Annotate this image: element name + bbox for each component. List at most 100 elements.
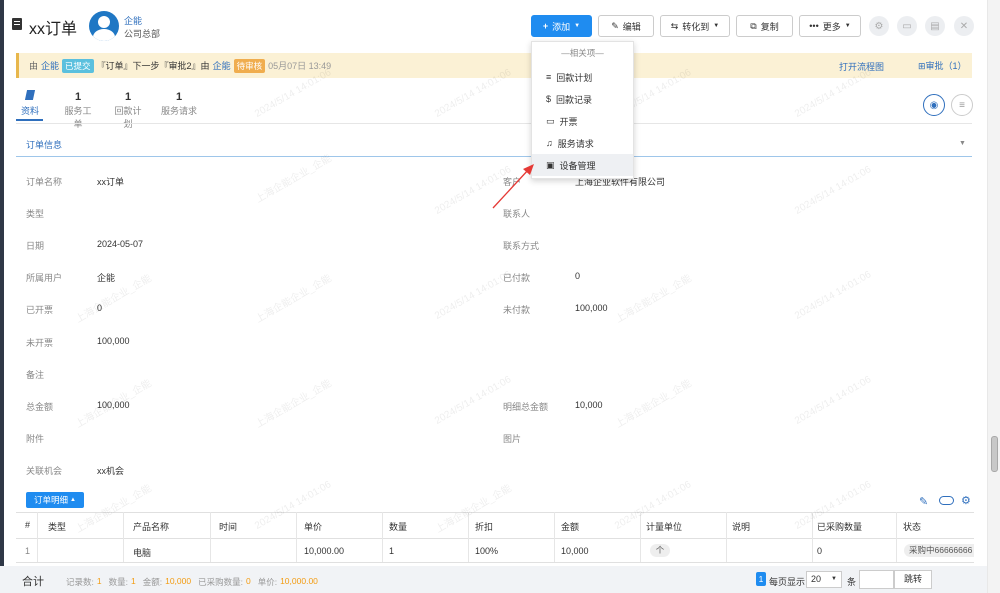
watermark: 2024/5/14 14:01:06 bbox=[433, 374, 514, 427]
eye-toggle-icon[interactable]: ◉ bbox=[923, 94, 945, 116]
page-jump-input[interactable] bbox=[859, 570, 894, 589]
edit-icon: ✎ bbox=[611, 20, 619, 31]
column-header: 时间 bbox=[219, 522, 238, 532]
copy-button[interactable]: ⧉ 复制 bbox=[736, 15, 793, 37]
status-badge-submitted: 已提交 bbox=[62, 58, 94, 73]
column-header: # bbox=[25, 520, 31, 530]
scrollbar-thumb[interactable] bbox=[991, 436, 998, 472]
field-value-unpaid: 100,000 bbox=[575, 303, 608, 313]
toggle-icon[interactable] bbox=[939, 496, 954, 505]
per-page-select[interactable]: 20 ▼ bbox=[806, 571, 842, 588]
filter-icon[interactable]: ≡ bbox=[951, 94, 973, 116]
caret-down-icon: ▼ bbox=[844, 23, 851, 29]
watermark: 上海企能企业_企能 bbox=[433, 483, 514, 536]
page-jump-button[interactable]: 跳转 bbox=[894, 570, 932, 589]
column-header: 单价 bbox=[304, 522, 323, 532]
chevron-down-icon: ▼ bbox=[831, 576, 837, 582]
field-label: 附件 bbox=[26, 434, 45, 444]
document-icon bbox=[12, 18, 22, 30]
tab-active-indicator bbox=[16, 119, 43, 121]
table-cell-product-link[interactable]: 电脑 bbox=[133, 546, 151, 559]
watermark: 上海企能企业_企能 bbox=[253, 273, 334, 326]
caret-up-icon: ▲ bbox=[70, 497, 76, 503]
tab-divider bbox=[16, 123, 972, 124]
column-header: 计量单位 bbox=[646, 522, 683, 532]
flow-user-link[interactable]: 企能 bbox=[41, 59, 59, 72]
column-header: 已采购数量 bbox=[817, 522, 863, 532]
headset-icon: ♫ bbox=[546, 138, 553, 148]
menu-item-invoice[interactable]: ▭ 开票 bbox=[532, 110, 633, 132]
list-icon: ≡ bbox=[546, 72, 552, 82]
plus-icon: + bbox=[542, 21, 549, 31]
menu-item-device-management[interactable]: ▣ 设备管理 bbox=[532, 154, 633, 176]
footer-summary: 记录数: 1 数量: 1 金额: 10,000 已采购数量: 0 单价: 10,000.0… bbox=[66, 576, 318, 587]
column-header: 产品名称 bbox=[133, 522, 170, 532]
per-page-unit: 条 bbox=[847, 577, 857, 587]
field-label: 联系方式 bbox=[503, 241, 540, 251]
watermark: 上海企能企业_企能 bbox=[253, 153, 334, 206]
tab-service-orders[interactable]: 1 服务工单 bbox=[61, 91, 95, 130]
column-header: 数量 bbox=[389, 522, 408, 532]
caret-down-icon: ▼ bbox=[574, 23, 581, 29]
table-cell-price: 10,000.00 bbox=[304, 546, 345, 556]
column-header: 金额 bbox=[561, 522, 580, 532]
table-cell-discount: 100% bbox=[475, 546, 499, 556]
watermark: 上海企能企业_企能 bbox=[613, 273, 694, 326]
table-cell-quantity[interactable]: 1 bbox=[389, 546, 394, 556]
flow-next-user-link[interactable]: 企能 bbox=[213, 59, 231, 72]
dollar-icon: $ bbox=[546, 94, 552, 104]
menu-item-payment-record[interactable]: $ 回款记录 bbox=[532, 88, 633, 110]
field-value-detail-total: 10,000 bbox=[575, 400, 603, 410]
field-value-opportunity-link[interactable]: xx机会 bbox=[97, 464, 124, 477]
order-detail-page: { "header": { "title": "xx订单", "user_nam… bbox=[0, 0, 1000, 593]
watermark: 2024/5/14 14:01:06 bbox=[793, 164, 874, 217]
pagination-current[interactable]: 1 bbox=[756, 572, 766, 586]
table-cell-purchased: 0 bbox=[817, 546, 823, 556]
convert-button[interactable]: ⇆ 转化到 ▼ bbox=[660, 15, 730, 37]
status-badge-pending: 待审核 bbox=[233, 58, 266, 73]
page-scrollbar[interactable] bbox=[987, 0, 1000, 593]
menu-section-header: —相关项— bbox=[561, 48, 604, 58]
field-value-owner-link[interactable]: 企能 bbox=[97, 271, 115, 284]
owner-name[interactable]: 企能 bbox=[124, 14, 142, 27]
convert-icon: ⇆ bbox=[670, 20, 679, 31]
field-label: 图片 bbox=[503, 434, 522, 444]
column-header: 折扣 bbox=[475, 522, 494, 532]
gear-icon[interactable]: ⚙ bbox=[961, 494, 971, 507]
field-label: 明细总金额 bbox=[503, 402, 549, 412]
sitemap-icon: ⊞ bbox=[918, 61, 926, 71]
collapse-caret-icon[interactable]: ▼ bbox=[959, 140, 966, 147]
note-icon[interactable]: ▤ bbox=[925, 16, 945, 36]
add-button[interactable]: + 添加 ▼ bbox=[531, 15, 592, 37]
tab-service-requests[interactable]: 1 服务请求 bbox=[161, 91, 197, 117]
tab-info[interactable]: 资料 bbox=[16, 88, 44, 118]
column-header: 说明 bbox=[732, 522, 751, 532]
pencil-icon[interactable]: ✎ bbox=[919, 495, 928, 508]
tab-payment-plan[interactable]: 1 回款计划 bbox=[111, 91, 145, 130]
field-value-date: 2024-05-07 bbox=[97, 239, 144, 249]
close-icon[interactable]: ✕ bbox=[954, 16, 974, 36]
field-value-uninvoiced: 100,000 bbox=[97, 336, 130, 346]
settings-icon[interactable]: ⚙ bbox=[869, 16, 889, 36]
field-label: 所属用户 bbox=[26, 273, 63, 283]
menu-item-service-request[interactable]: ♫ 服务请求 bbox=[532, 132, 633, 154]
edit-button[interactable]: ✎ 编辑 bbox=[598, 15, 654, 37]
add-dropdown-menu: —相关项— ≡ 回款计划 $ 回款记录 ▭ 开票 ♫ 服务请求 ▣ 设备管理 bbox=[531, 41, 634, 179]
table-header-border bbox=[16, 538, 974, 539]
card-icon: ▭ bbox=[546, 115, 555, 126]
section-title: 订单信息 bbox=[26, 140, 63, 150]
table-row-border bbox=[16, 562, 974, 563]
field-label: 备注 bbox=[26, 370, 45, 380]
field-label: 已开票 bbox=[26, 305, 54, 315]
watermark: 2024/5/14 14:01:06 bbox=[793, 269, 874, 322]
window-icon[interactable]: ▭ bbox=[897, 16, 917, 36]
avatar[interactable] bbox=[89, 11, 119, 41]
order-details-tab[interactable]: 订单明细 ▲ bbox=[26, 492, 84, 508]
watermark: 上海企能企业_企能 bbox=[73, 378, 154, 431]
menu-item-payment-plan[interactable]: ≡ 回款计划 bbox=[532, 66, 633, 88]
more-button[interactable]: ••• 更多 ▼ bbox=[799, 15, 861, 37]
approval-link[interactable]: ⊞审批（1） bbox=[918, 59, 967, 72]
section-divider bbox=[16, 156, 972, 157]
field-label: 订单名称 bbox=[26, 177, 63, 187]
field-value-paid: 0 bbox=[575, 271, 581, 281]
